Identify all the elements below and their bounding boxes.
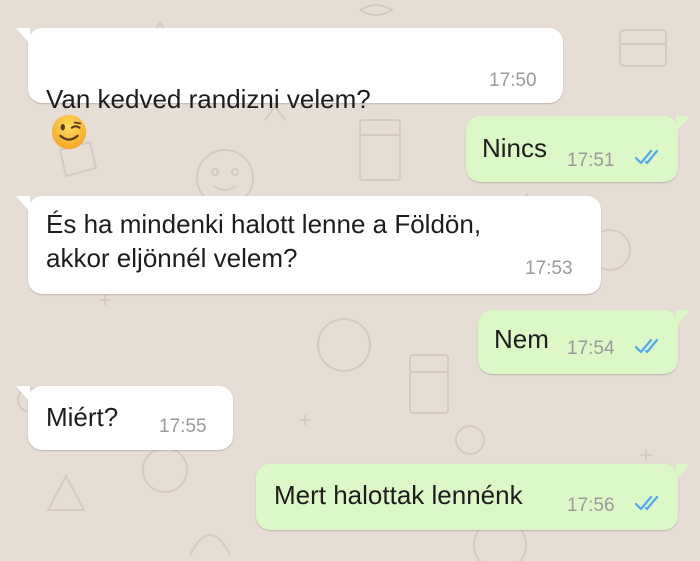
message-text: Nincs: [482, 133, 548, 163]
message-text: Mert halottak lennénk: [274, 480, 523, 510]
read-receipt-icon: [634, 495, 659, 511]
bubble-tail: [676, 310, 690, 326]
message-time: 17:51: [567, 150, 615, 171]
bubble-tail: [16, 196, 30, 212]
bubble-tail: [676, 116, 690, 132]
message-text: Van kedved randizni velem?: [46, 48, 371, 151]
message-bubble-outgoing[interactable]: Nincs 17:51: [466, 116, 690, 182]
winking-face-emoji: [51, 115, 87, 150]
message-bubble-incoming[interactable]: Miért? 17:55: [16, 386, 233, 450]
message-bubble-incoming[interactable]: És ha mindenki halott lenne a Földön, ak…: [16, 196, 601, 294]
message-time: 17:54: [567, 338, 615, 359]
read-receipt-icon: [634, 338, 659, 354]
message-time: 17:50: [489, 70, 537, 91]
message-bubble-incoming[interactable]: Van kedved randizni velem? 17:50: [16, 28, 563, 150]
bubble-tail: [676, 464, 690, 480]
bubble-tail: [16, 386, 30, 402]
bubble-tail: [16, 28, 30, 44]
message-text: Nem: [494, 324, 549, 354]
message-text: És ha mindenki halott lenne a Földön, ak…: [46, 209, 482, 273]
message-time: 17:53: [525, 258, 573, 279]
message-bubble-outgoing[interactable]: Mert halottak lennénk 17:56: [256, 464, 690, 530]
message-time: 17:56: [567, 495, 615, 516]
message-bubble-outgoing[interactable]: Nem 17:54: [478, 310, 690, 374]
read-receipt-icon: [634, 149, 659, 165]
message-time: 17:55: [159, 416, 207, 437]
message-text: Miért?: [46, 402, 119, 432]
